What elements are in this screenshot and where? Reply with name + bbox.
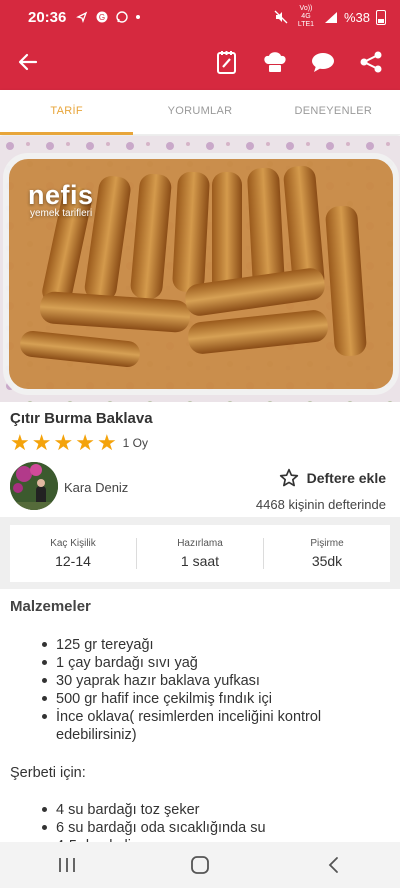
arrow-back-icon [18, 53, 38, 71]
app-bar [0, 34, 400, 90]
cook-time-label: Pişirme [310, 538, 344, 549]
list-item: 30 yaprak hazır baklava yufkası [42, 672, 390, 690]
logo-sub-text: yemek tarifleri [30, 208, 93, 219]
list-item: İnce oklava( resimlerden inceliğini kont… [42, 708, 390, 744]
battery-percent: %38 [343, 9, 370, 25]
baklava-photo-illustration [0, 136, 400, 402]
syrup-subtitle: Şerbeti için: [10, 765, 86, 781]
star-icon[interactable]: ★ [32, 432, 52, 454]
logo-main-text: nefis [28, 180, 94, 210]
whatsapp-icon [116, 11, 129, 23]
author-row: Kara Deniz Deftere ekle 4468 kişinin def… [0, 460, 400, 520]
back-icon [329, 857, 339, 873]
star-outline-icon [279, 468, 298, 487]
avatar-image [10, 462, 58, 510]
system-nav-bar [0, 842, 400, 888]
add-to-notebook-label: Deftere ekle [306, 470, 386, 486]
prep-time-label: Hazırlama [177, 538, 223, 549]
author-avatar[interactable] [10, 462, 58, 510]
rating-stars[interactable]: ★ ★ ★ ★ ★ [10, 432, 117, 454]
svg-text:G: G [99, 13, 105, 22]
cook-time-value: 35dk [311, 553, 343, 569]
nefis-logo: nefis yemek tarifleri [28, 180, 94, 220]
status-right: Vo)) 4G LTE1 %38 [274, 5, 386, 29]
nav-back-button[interactable] [303, 845, 363, 885]
battery-icon [376, 9, 386, 25]
home-icon [191, 856, 209, 874]
prep-time-cell: Hazırlama 1 saat [136, 538, 263, 569]
comment-button[interactable] [306, 45, 340, 79]
star-icon[interactable]: ★ [97, 432, 117, 454]
tab-comments[interactable]: YORUMLAR [133, 90, 266, 134]
more-notifications-dot [136, 15, 141, 19]
ingredients-section: Malzemeler 125 gr tereyağı 1 çay bardağı… [0, 598, 400, 855]
signal-icon [324, 11, 337, 23]
notification-icons: G [76, 11, 141, 23]
star-icon[interactable]: ★ [10, 432, 30, 454]
status-bar: 20:36 G Vo)) 4G LTE1 %38 [0, 0, 400, 34]
add-to-notebook-button[interactable]: Deftere ekle [279, 468, 386, 488]
tab-bar: TARİF YORUMLAR DENEYENLER [0, 90, 400, 135]
recipe-header: Çıtır Burma Baklava ★ ★ ★ ★ ★ 1 Oy [0, 402, 400, 454]
prep-time-value: 1 saat [180, 553, 220, 569]
notebook-count: 4468 kişinin defterinde [255, 497, 386, 512]
tab-recipe[interactable]: TARİF [0, 90, 134, 135]
list-item: 125 gr tereyağı [42, 636, 390, 654]
recent-apps-button[interactable] [37, 845, 97, 885]
app-notification-icon: G [96, 11, 108, 23]
list-item: 6 su bardağı oda sıcaklığında su [42, 819, 390, 837]
recipe-photo: nefis yemek tarifleri [0, 136, 400, 402]
status-time: 20:36 [28, 8, 67, 26]
chef-hat-icon [264, 52, 286, 72]
list-item: 500 gr hafif ince çekilmiş fındık içi [42, 690, 390, 708]
info-card: Kaç Kişilik 12-14 Hazırlama 1 saat Pişir… [10, 525, 390, 582]
app-actions [210, 45, 400, 79]
rating-count: 1 Oy [122, 436, 149, 450]
chef-button[interactable] [258, 45, 292, 79]
share-button[interactable] [354, 45, 388, 79]
navigation-icon [76, 11, 88, 23]
tab-tried[interactable]: DENEYENLER [267, 90, 400, 134]
back-button[interactable] [0, 34, 56, 90]
list-item: 4 su bardağı toz şeker [42, 801, 390, 819]
list-item: 1 çay bardağı sıvı yağ [42, 654, 390, 672]
network-label: Vo)) 4G LTE1 [297, 5, 315, 28]
notepad-pen-icon [217, 51, 236, 74]
chat-bubble-icon [312, 53, 334, 72]
author-name[interactable]: Kara Deniz [64, 480, 128, 495]
home-button[interactable] [170, 845, 230, 885]
ingredients-list: 125 gr tereyağı 1 çay bardağı sıvı yağ 3… [10, 636, 390, 744]
servings-label: Kaç Kişilik [50, 538, 96, 549]
mute-icon [274, 10, 288, 24]
ingredients-title: Malzemeler [10, 598, 91, 615]
cook-time-cell: Pişirme 35dk [263, 538, 390, 569]
servings-cell: Kaç Kişilik 12-14 [10, 538, 136, 569]
info-strip: Kaç Kişilik 12-14 Hazırlama 1 saat Pişir… [0, 517, 400, 589]
share-icon [360, 51, 382, 73]
star-icon[interactable]: ★ [75, 432, 95, 454]
recent-apps-icon [58, 858, 75, 872]
star-icon[interactable]: ★ [53, 432, 73, 454]
add-note-button[interactable] [210, 45, 244, 79]
servings-value: 12-14 [55, 553, 91, 569]
rating-row[interactable]: ★ ★ ★ ★ ★ 1 Oy [10, 432, 390, 454]
recipe-title: Çıtır Burma Baklava [10, 410, 153, 427]
